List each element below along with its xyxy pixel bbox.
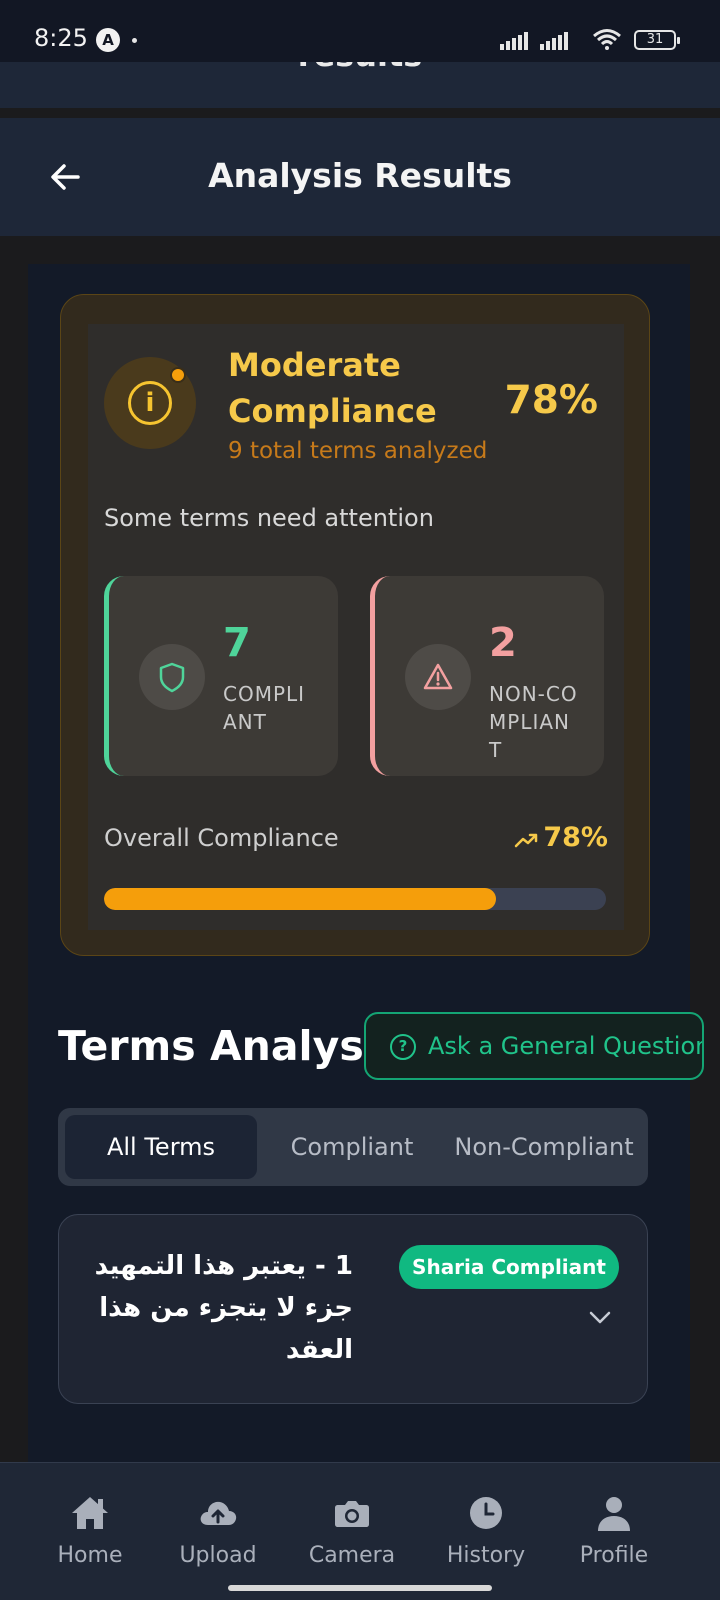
info-badge: i — [104, 357, 196, 449]
nav-history-label: History — [446, 1543, 526, 1568]
bottom-navigation: Home Upload Camera History Profile — [0, 1462, 720, 1600]
nav-home[interactable]: Home — [30, 1491, 150, 1568]
compliance-percentage: 78% — [504, 378, 598, 423]
status-time: 8:25 — [34, 24, 88, 52]
clock-icon — [470, 1497, 502, 1529]
home-icon — [72, 1497, 108, 1529]
non-compliant-label: NON-COMPLIANT — [489, 682, 578, 762]
help-circle-icon: ? — [390, 1034, 416, 1060]
nav-profile[interactable]: Profile — [554, 1491, 674, 1568]
info-icon: i — [128, 381, 172, 425]
tab-compliant[interactable]: Compliant — [272, 1115, 432, 1179]
terms-filter-tabs: All Terms Compliant Non-Compliant — [58, 1108, 648, 1186]
nav-home-label: Home — [57, 1543, 123, 1568]
ask-general-question-label: Ask a General Question — [428, 1032, 704, 1060]
overall-compliance-label: Overall Compliance — [104, 824, 339, 852]
wifi-icon — [593, 29, 621, 50]
previous-header-title: results — [0, 62, 720, 74]
term-card[interactable]: 1 - يعتبر هذا التمهيد جزء لا يتجزء من هذ… — [58, 1214, 648, 1404]
attention-message: Some terms need attention — [104, 504, 434, 532]
compliant-label: COMPLIANT — [223, 682, 306, 734]
ask-general-question-button[interactable]: ? Ask a General Question — [364, 1012, 704, 1080]
terms-analysis-heading: Terms Analysis — [58, 1022, 403, 1070]
battery-level: 31 — [646, 32, 664, 47]
home-indicator[interactable] — [228, 1585, 492, 1591]
compliance-summary-card: i Moderate Compliance 78% 9 total terms … — [60, 294, 650, 956]
non-compliant-count: 2 — [489, 620, 517, 666]
page-title: Analysis Results — [208, 156, 512, 195]
overall-compliance-percentage: 78% — [543, 822, 608, 853]
terms-count-label: 9 total terms analyzed — [228, 438, 488, 464]
nav-camera-label: Camera — [308, 1543, 396, 1568]
warning-icon — [405, 644, 471, 710]
shield-icon — [139, 644, 205, 710]
compliant-stat-card[interactable]: 7 COMPLIANT — [104, 576, 338, 776]
trending-up-icon — [514, 833, 538, 848]
battery-icon: 31 — [634, 30, 680, 50]
tab-non-compliant[interactable]: Non-Compliant — [444, 1115, 644, 1179]
compliant-count: 7 — [223, 620, 251, 666]
nav-camera[interactable]: Camera — [292, 1491, 412, 1568]
compliance-level-title: Moderate Compliance — [228, 346, 437, 430]
compliance-progress-bar — [104, 888, 606, 910]
app-bar: Analysis Results — [0, 118, 720, 236]
term-text: 1 - يعتبر هذا التمهيد جزء لا يتجزء من هذ… — [94, 1251, 353, 1365]
app-notification-icon: A — [96, 28, 120, 52]
sharia-compliant-badge: Sharia Compliant — [399, 1245, 619, 1289]
signal-icon — [500, 30, 534, 50]
nav-upload[interactable]: Upload — [158, 1491, 278, 1568]
previous-header: results — [0, 62, 720, 108]
compliance-progress-fill — [104, 888, 496, 910]
nav-upload-label: Upload — [179, 1543, 257, 1568]
person-icon — [598, 1497, 630, 1531]
nav-profile-label: Profile — [579, 1543, 649, 1568]
tab-all-terms[interactable]: All Terms — [65, 1115, 257, 1179]
cloud-upload-icon — [200, 1501, 237, 1525]
notification-dot-icon — [132, 38, 137, 43]
nav-history[interactable]: History — [426, 1491, 546, 1568]
main-content: i Moderate Compliance 78% 9 total terms … — [28, 264, 704, 1464]
camera-icon — [335, 1501, 369, 1527]
compliance-summary-inner: i Moderate Compliance 78% 9 total terms … — [88, 324, 624, 930]
non-compliant-stat-card[interactable]: 2 NON-COMPLIANT — [370, 576, 604, 776]
status-bar: 8:25 A 31 — [0, 0, 720, 62]
signal-icon-2 — [540, 30, 574, 50]
chevron-down-icon[interactable] — [585, 1307, 615, 1327]
status-dot-icon — [170, 367, 186, 383]
